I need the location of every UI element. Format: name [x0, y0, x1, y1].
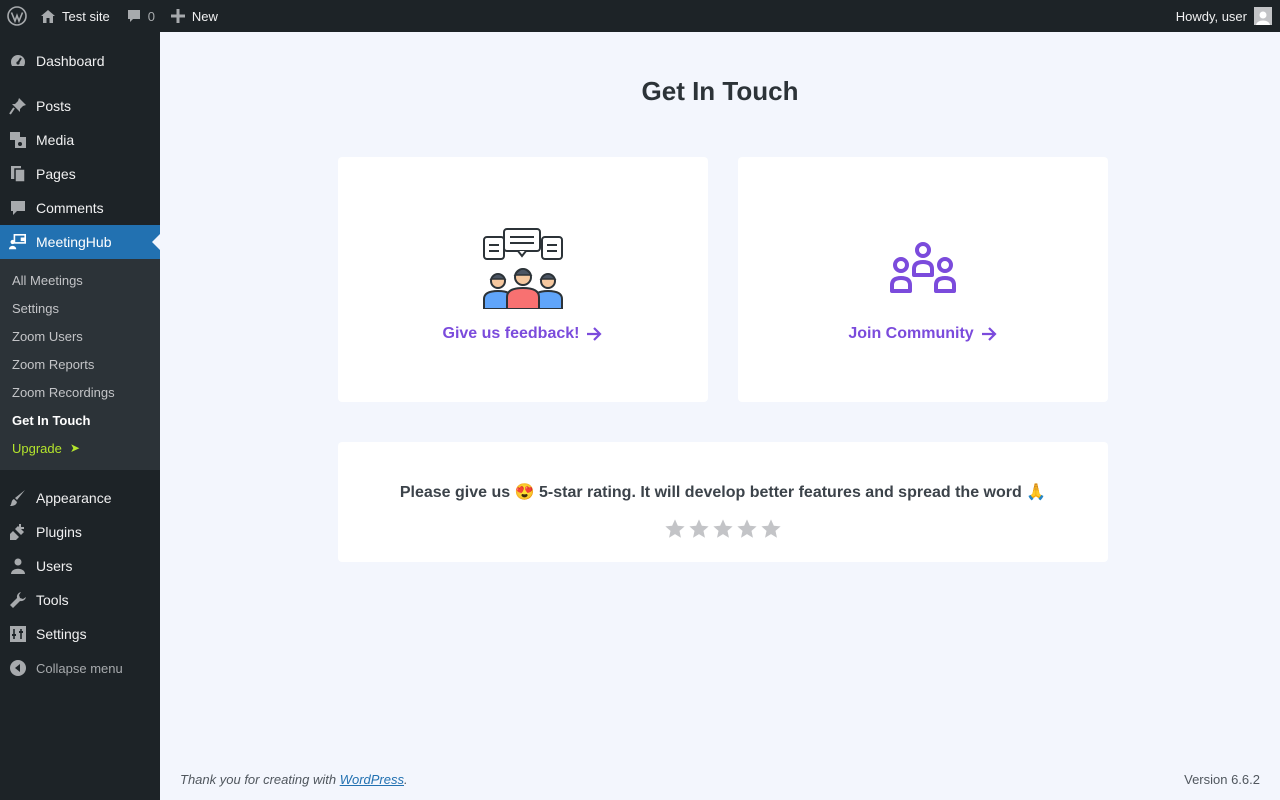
- comments-link[interactable]: 0: [118, 0, 163, 32]
- community-link-label: Join Community: [848, 325, 974, 342]
- sidebar-item-label: Settings: [36, 626, 87, 642]
- pray-emoji: 🙏: [1026, 484, 1047, 501]
- howdy-text: Howdy, user: [1175, 8, 1247, 24]
- star-2-icon[interactable]: [688, 518, 710, 540]
- site-name-link[interactable]: Test site: [34, 0, 118, 32]
- feedback-card: Give us feedback!: [338, 157, 708, 402]
- submenu-all-meetings[interactable]: All Meetings: [0, 266, 160, 294]
- sidebar-item-users[interactable]: Users: [0, 549, 160, 583]
- star-3-icon[interactable]: [712, 518, 734, 540]
- new-label: New: [191, 8, 218, 24]
- star-5-icon[interactable]: [760, 518, 782, 540]
- comments-count: 0: [147, 8, 155, 24]
- media-icon: [9, 131, 27, 149]
- collapse-icon: [9, 659, 27, 677]
- arrow-right-icon: [587, 327, 603, 341]
- feedback-link[interactable]: Give us feedback!: [443, 325, 604, 343]
- meetinghub-submenu: All Meetings Settings Zoom Users Zoom Re…: [0, 259, 160, 470]
- sidebar-item-label: Comments: [36, 200, 104, 216]
- submenu-zoom-recordings[interactable]: Zoom Recordings: [0, 378, 160, 406]
- page-title: Get In Touch: [641, 76, 799, 106]
- feedback-people-icon: [483, 228, 563, 309]
- sidebar-item-label: Posts: [36, 98, 72, 114]
- wrench-icon: [9, 591, 27, 609]
- my-account-menu[interactable]: Howdy, user: [1168, 0, 1280, 32]
- sidebar-item-label: Pages: [36, 166, 76, 182]
- rating-card: Please give us 😍 5-star rating. It will …: [338, 442, 1108, 562]
- admin-bar: Test site 0 New Howdy, user: [0, 0, 1280, 32]
- wordpress-icon: [7, 6, 27, 26]
- rating-prompt: Please give us 😍 5-star rating. It will …: [338, 482, 1108, 502]
- community-card: Join Community: [738, 157, 1108, 402]
- sidebar-item-media[interactable]: Media: [0, 123, 160, 157]
- main-content: Get In Touch Give us feedback! Join Comm…: [160, 32, 1280, 800]
- rating-text-before: Please give us: [399, 484, 511, 501]
- star-rating: [338, 518, 1108, 540]
- sidebar-item-label: Users: [36, 558, 73, 574]
- plugin-icon: [9, 523, 27, 541]
- user-icon: [9, 557, 27, 575]
- footer-thanks: Thank you for creating with WordPress.: [180, 772, 408, 787]
- dashboard-icon: [9, 52, 27, 70]
- footer-thanks-before: Thank you for creating with: [180, 772, 340, 787]
- sidebar-item-label: MeetingHub: [36, 234, 112, 250]
- star-4-icon[interactable]: [736, 518, 758, 540]
- brush-icon: [9, 489, 27, 507]
- sidebar-item-comments[interactable]: Comments: [0, 191, 160, 225]
- avatar: [1254, 7, 1272, 25]
- sidebar-item-pages[interactable]: Pages: [0, 157, 160, 191]
- footer-version: Version 6.6.2: [1184, 772, 1260, 787]
- plus-icon: [170, 9, 185, 23]
- submenu-upgrade[interactable]: Upgrade ➤: [0, 434, 160, 462]
- collapse-menu-button[interactable]: Collapse menu: [0, 651, 160, 685]
- upgrade-label: Upgrade: [12, 440, 62, 456]
- footer-thanks-after: .: [404, 772, 408, 787]
- community-link[interactable]: Join Community: [848, 325, 997, 343]
- pages-icon: [9, 165, 27, 183]
- community-icon: [890, 242, 956, 293]
- sidebar-item-dashboard[interactable]: Dashboard: [0, 44, 160, 78]
- heart-eyes-emoji: 😍: [514, 484, 535, 501]
- sidebar-item-plugins[interactable]: Plugins: [0, 515, 160, 549]
- feedback-link-label: Give us feedback!: [442, 325, 580, 342]
- wordpress-link[interactable]: WordPress: [340, 772, 404, 787]
- submenu-zoom-users[interactable]: Zoom Users: [0, 322, 160, 350]
- rating-text-after: 5-star rating. It will develop better fe…: [538, 484, 1022, 501]
- submenu-get-in-touch[interactable]: Get In Touch: [0, 406, 160, 434]
- sidebar-item-appearance[interactable]: Appearance: [0, 481, 160, 515]
- submenu-zoom-reports[interactable]: Zoom Reports: [0, 350, 160, 378]
- sidebar-item-label: Tools: [36, 592, 69, 608]
- meetinghub-icon: [9, 233, 27, 251]
- sidebar-item-label: Dashboard: [36, 53, 105, 69]
- sidebar-item-tools[interactable]: Tools: [0, 583, 160, 617]
- sidebar-item-label: Appearance: [36, 490, 112, 506]
- wordpress-logo-button[interactable]: [0, 0, 34, 32]
- pin-icon: [9, 97, 27, 115]
- admin-sidebar: Dashboard Posts Media Pages Comments Mee…: [0, 32, 160, 800]
- new-content-button[interactable]: New: [163, 0, 226, 32]
- sidebar-item-meetinghub[interactable]: MeetingHub: [0, 225, 160, 259]
- sidebar-item-settings[interactable]: Settings: [0, 617, 160, 651]
- comment-icon: [9, 199, 27, 217]
- site-name: Test site: [62, 8, 110, 24]
- sidebar-item-label: Plugins: [36, 524, 82, 540]
- star-1-icon[interactable]: [664, 518, 686, 540]
- submenu-settings[interactable]: Settings: [0, 294, 160, 322]
- home-icon: [41, 10, 55, 23]
- upgrade-arrow-icon: ➤: [69, 441, 80, 455]
- sidebar-item-label: Media: [36, 132, 75, 148]
- arrow-right-icon: [981, 327, 997, 341]
- comment-icon: [127, 10, 140, 22]
- sidebar-item-posts[interactable]: Posts: [0, 89, 160, 123]
- collapse-label: Collapse menu: [36, 660, 123, 676]
- settings-icon: [9, 625, 27, 643]
- user-avatar-icon: [1256, 11, 1270, 25]
